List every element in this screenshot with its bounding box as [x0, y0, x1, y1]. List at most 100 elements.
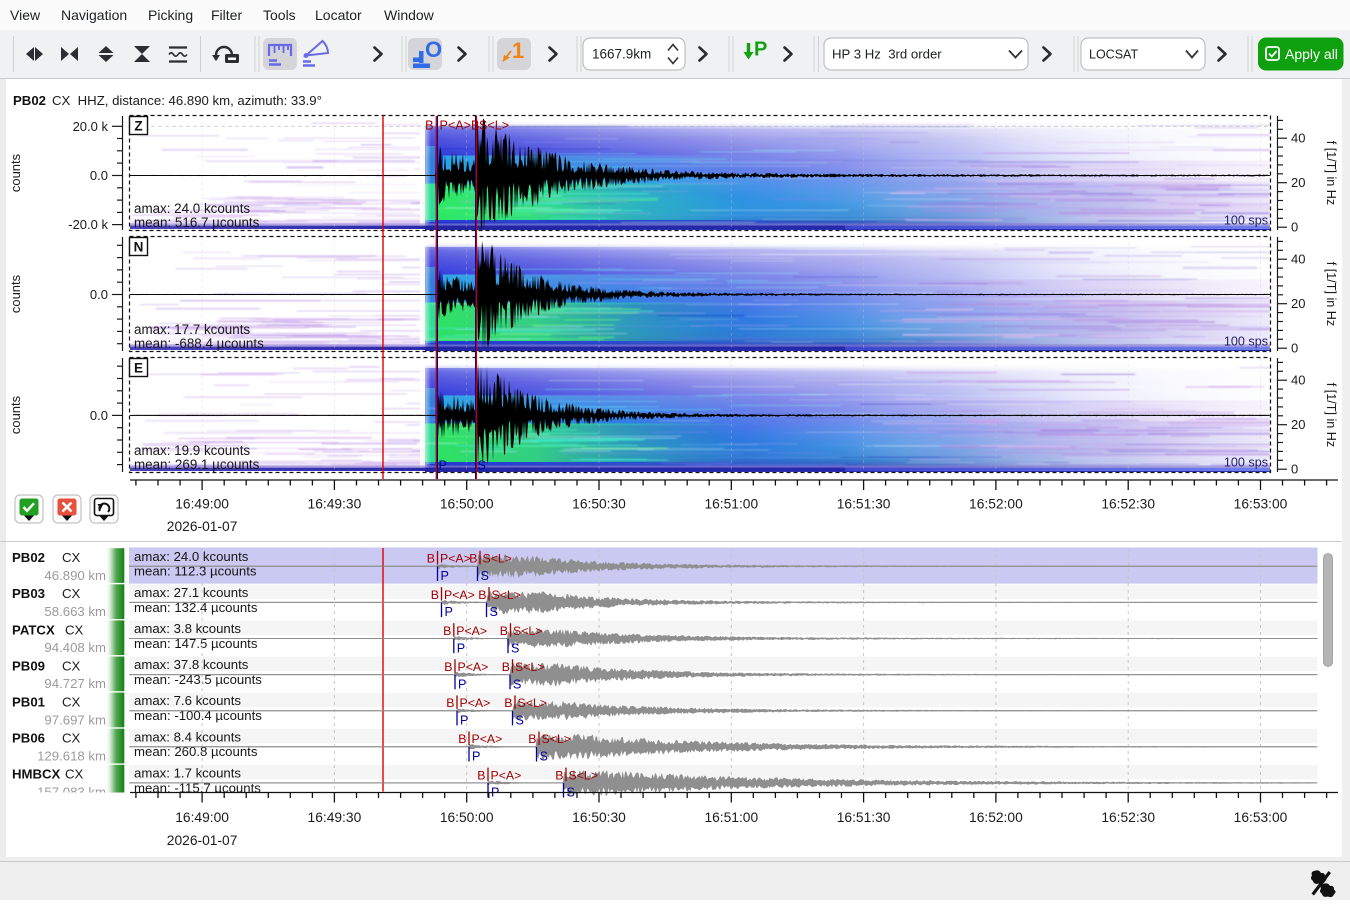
svg-text:E: E [134, 361, 143, 376]
svg-text:f [1/T] in Hz: f [1/T] in Hz [1324, 262, 1338, 326]
svg-text:B: B [504, 696, 512, 710]
svg-text:40: 40 [1291, 373, 1305, 388]
svg-text:amax: 24.0 kcounts: amax: 24.0 kcounts [134, 201, 250, 216]
svg-text:counts: counts [8, 153, 23, 192]
svg-text:CX HHZ, distance: 46.890 km,: CX HHZ, distance: 46.890 km, azimuth: 33… [52, 93, 322, 108]
svg-text:S: S [511, 641, 519, 655]
svg-text:P: P [441, 569, 449, 583]
svg-text:16:51:30: 16:51:30 [837, 497, 891, 512]
svg-text:amax: 19.9 kcounts: amax: 19.9 kcounts [134, 443, 250, 458]
svg-text:B: B [477, 768, 485, 782]
svg-text:amax: 3.8 kcounts: amax: 3.8 kcounts [134, 621, 241, 636]
svg-text:PB02: PB02 [13, 93, 46, 108]
svg-text:N: N [134, 240, 144, 255]
svg-text:58.663 km: 58.663 km [44, 604, 106, 619]
svg-text:16:52:30: 16:52:30 [1101, 810, 1155, 825]
svg-text:CX: CX [62, 695, 81, 710]
svg-text:B: B [425, 119, 433, 133]
svg-text:B: B [500, 624, 508, 638]
svg-text:B: B [528, 732, 536, 746]
svg-text:S: S [478, 459, 486, 473]
svg-text:P<A>: P<A> [440, 552, 471, 566]
svg-text:100 sps: 100 sps [1224, 456, 1268, 470]
svg-text:S: S [481, 569, 489, 583]
svg-text:0.0: 0.0 [90, 408, 108, 423]
svg-text:O: O [425, 37, 442, 62]
svg-text:PB01: PB01 [12, 695, 45, 710]
svg-text:16:49:30: 16:49:30 [308, 497, 362, 512]
svg-text:16:52:00: 16:52:00 [969, 497, 1023, 512]
svg-text:S<L>: S<L> [515, 660, 544, 674]
svg-text:16:52:30: 16:52:30 [1101, 497, 1155, 512]
svg-text:1: 1 [512, 38, 524, 63]
svg-text:counts: counts [8, 395, 23, 434]
svg-text:20: 20 [1291, 175, 1305, 190]
svg-text:CX: CX [62, 731, 81, 746]
svg-text:-20.0 k: -20.0 k [68, 217, 108, 232]
svg-text:View: View [10, 7, 41, 23]
svg-text:40: 40 [1291, 252, 1305, 267]
svg-text:P<A>: P<A> [472, 732, 503, 746]
svg-text:P: P [439, 459, 447, 473]
svg-text:P: P [460, 714, 468, 728]
svg-text:S: S [513, 677, 521, 691]
svg-text:1667.9km: 1667.9km [592, 47, 651, 62]
svg-text:16:50:00: 16:50:00 [440, 497, 494, 512]
svg-text:S: S [540, 750, 548, 764]
svg-text:46.890 km: 46.890 km [44, 568, 106, 583]
svg-text:S<L>: S<L> [542, 732, 571, 746]
svg-text:0: 0 [1291, 462, 1298, 477]
svg-text:amax: 27.1 kcounts: amax: 27.1 kcounts [134, 585, 249, 600]
svg-text:P: P [754, 39, 767, 61]
svg-text:CX: CX [62, 586, 81, 601]
svg-text:f [1/T] in Hz: f [1/T] in Hz [1324, 141, 1338, 205]
svg-text:Z: Z [134, 119, 142, 134]
svg-text:mean: 516.7 µcounts: mean: 516.7 µcounts [134, 215, 260, 230]
svg-text:mean: 269.1 µcounts: mean: 269.1 µcounts [134, 457, 260, 472]
svg-text:CX: CX [62, 550, 81, 565]
svg-text:16:51:30: 16:51:30 [837, 810, 891, 825]
svg-text:mean: -688.4 µcounts: mean: -688.4 µcounts [134, 336, 264, 351]
svg-text:amax: 37.8 kcounts: amax: 37.8 kcounts [134, 657, 249, 672]
svg-text:S: S [490, 605, 498, 619]
svg-text:16:53:00: 16:53:00 [1234, 810, 1288, 825]
svg-text:16:53:00: 16:53:00 [1234, 497, 1288, 512]
svg-text:16:52:00: 16:52:00 [969, 810, 1023, 825]
svg-text:B: B [444, 660, 452, 674]
svg-text:P: P [458, 677, 466, 691]
svg-text:16:49:30: 16:49:30 [308, 810, 362, 825]
svg-text:16:51:00: 16:51:00 [704, 810, 758, 825]
svg-text:CX: CX [62, 658, 81, 673]
svg-text:PATCX: PATCX [12, 622, 55, 637]
svg-text:40: 40 [1291, 131, 1305, 146]
svg-text:Window: Window [384, 7, 435, 23]
svg-text:Apply all: Apply all [1285, 46, 1338, 62]
svg-text:97.697 km: 97.697 km [44, 712, 106, 727]
svg-text:HMBCX: HMBCX [12, 767, 61, 782]
svg-text:HP 3 Hz 3rd order: HP 3 Hz 3rd order [832, 47, 942, 62]
svg-text:CX: CX [65, 767, 84, 782]
svg-text:PB03: PB03 [12, 586, 45, 601]
svg-text:S: S [516, 714, 524, 728]
svg-text:16:51:00: 16:51:00 [704, 497, 758, 512]
svg-text:S<L>: S<L> [483, 552, 512, 566]
svg-text:B: B [555, 768, 563, 782]
svg-text:B: B [427, 552, 435, 566]
svg-text:amax: 24.0 kcounts: amax: 24.0 kcounts [134, 549, 249, 564]
svg-text:100 sps: 100 sps [1224, 214, 1268, 228]
svg-text:P<A>: P<A> [444, 588, 475, 602]
svg-text:0.0: 0.0 [90, 287, 108, 302]
svg-text:P: P [472, 750, 480, 764]
svg-text:B: B [458, 732, 466, 746]
svg-text:100 sps: 100 sps [1224, 335, 1268, 349]
svg-text:16:49:00: 16:49:00 [175, 810, 229, 825]
svg-text:20: 20 [1291, 417, 1305, 432]
svg-text:0: 0 [1291, 341, 1298, 356]
svg-text:Navigation: Navigation [61, 7, 127, 23]
svg-text:P<A>: P<A> [456, 624, 487, 638]
svg-text:P<A>: P<A> [491, 768, 522, 782]
svg-text:B: B [446, 696, 454, 710]
svg-text:P<A>: P<A> [458, 660, 489, 674]
svg-text:P<A>B: P<A>B [440, 119, 480, 133]
svg-text:2026-01-07: 2026-01-07 [167, 833, 238, 848]
